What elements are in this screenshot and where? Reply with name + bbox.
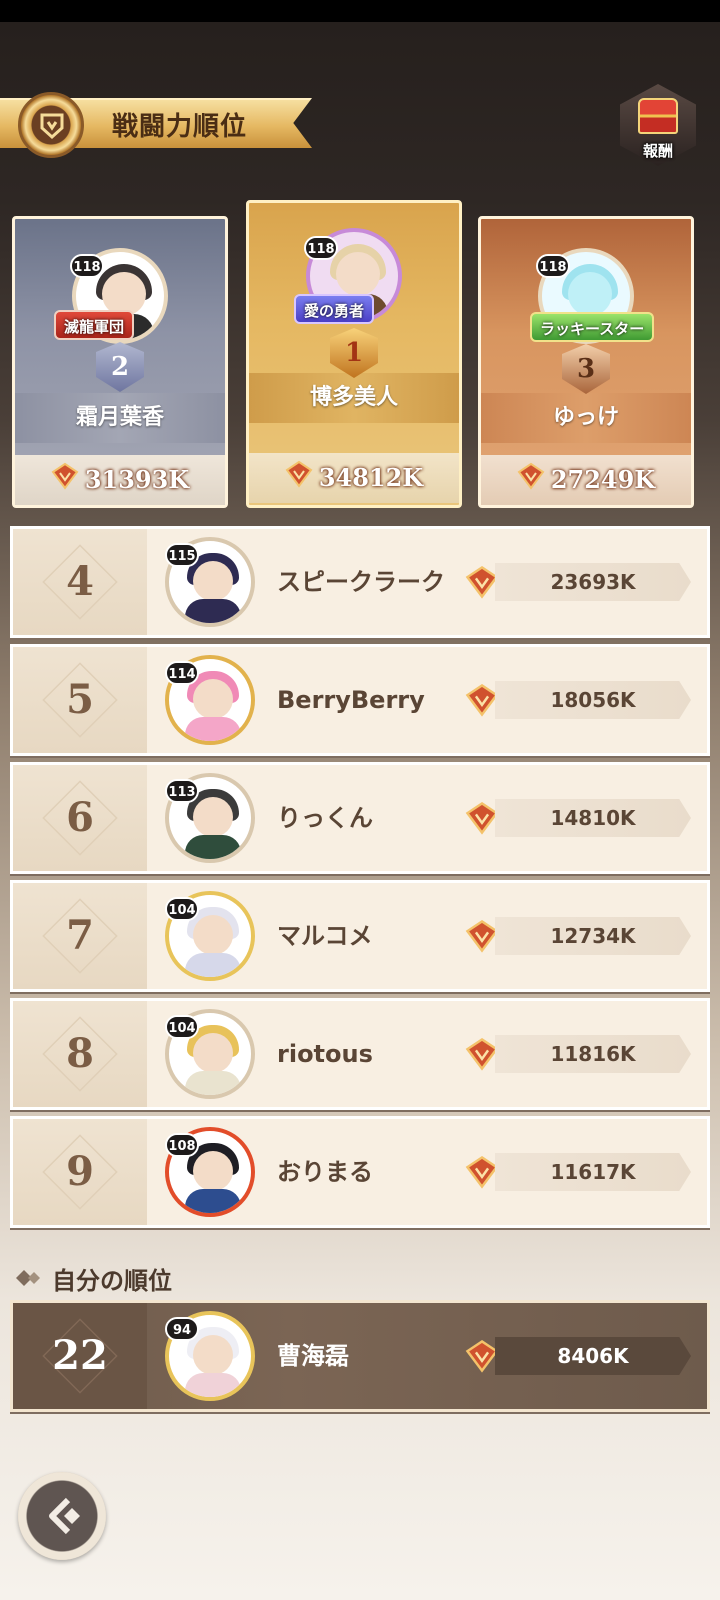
player-name: おりまる	[277, 1158, 373, 1186]
power-value: 34812K	[318, 463, 424, 492]
page-title: 戦闘力順位	[112, 112, 248, 142]
power-crest-icon	[465, 1337, 499, 1379]
player-power: 27249K	[481, 455, 691, 505]
level-badge: 118	[304, 236, 338, 260]
reward-button[interactable]: 報酬	[620, 84, 696, 166]
rank-number: 6	[66, 794, 94, 841]
power-crest-icon	[51, 457, 79, 506]
level-badge: 108	[165, 1133, 199, 1157]
player-name: riotous	[277, 1040, 373, 1068]
power-crest-icon	[517, 457, 545, 506]
player-power: 18056K	[495, 681, 691, 719]
level-badge: 118	[536, 254, 570, 278]
rank-number: 3	[576, 354, 596, 384]
player-name: 曹海磊	[277, 1342, 349, 1370]
ranking-row[interactable]: 6 113 りっくん 14810K	[10, 762, 710, 874]
rank-badge-2: 2	[96, 342, 144, 392]
podium-second[interactable]: 霜月葉香 31393K 118 滅龍軍団 2	[12, 216, 228, 508]
my-rank-row[interactable]: 22 94 曹海磊 8406K	[10, 1300, 710, 1412]
player-name: 霜月葉香	[15, 393, 225, 443]
power-crest-icon	[465, 799, 499, 841]
player-power: 12734K	[495, 917, 691, 955]
rank-number: 7	[66, 912, 94, 959]
page-header: 戦闘力順位	[0, 92, 312, 158]
power-crest-icon	[465, 1153, 499, 1195]
ranking-row[interactable]: 5 114 BerryBerry 18056K	[10, 644, 710, 756]
ranking-row[interactable]: 9 108 おりまる 11617K	[10, 1116, 710, 1228]
rank-number: 22	[52, 1332, 108, 1379]
shield-icon	[18, 92, 84, 158]
power-crest-icon	[465, 681, 499, 723]
reward-label: 報酬	[642, 142, 673, 160]
power-crest-icon	[465, 1035, 499, 1077]
podium-third[interactable]: ゆっけ 27249K 118 ラッキースター 3	[478, 216, 694, 508]
my-rank-section-label: 自分の順位	[14, 1262, 172, 1295]
level-badge: 94	[165, 1317, 199, 1341]
player-name: スピークラーク	[277, 568, 445, 596]
treasure-chest-icon	[638, 98, 678, 134]
back-arrow-icon	[49, 1497, 80, 1535]
ranking-row[interactable]: 7 104 マルコメ 12734K	[10, 880, 710, 992]
rank-number: 5	[66, 676, 94, 723]
power-crest-icon	[285, 455, 313, 505]
level-badge: 114	[165, 661, 199, 685]
diamond-marker-icon	[16, 1270, 40, 1286]
power-crest-icon	[465, 563, 499, 605]
player-power: 31393K	[15, 455, 225, 505]
power-crest-icon	[465, 917, 499, 959]
status-bar	[0, 0, 720, 22]
power-value: 31393K	[84, 465, 190, 494]
my-rank-label: 自分の順位	[52, 1266, 172, 1295]
rank-number: 9	[66, 1148, 94, 1195]
podium-first[interactable]: 博多美人 34812K 118 愛の勇者 1	[246, 200, 462, 508]
title-badge: ラッキースター	[530, 312, 655, 342]
rank-badge-1: 1	[330, 328, 378, 378]
level-badge: 115	[165, 543, 199, 567]
player-power: 14810K	[495, 799, 691, 837]
rank-number: 4	[66, 558, 94, 605]
level-badge: 104	[165, 1015, 199, 1039]
player-power: 11617K	[495, 1153, 691, 1191]
player-power: 11816K	[495, 1035, 691, 1073]
title-badge: 愛の勇者	[294, 294, 375, 324]
level-badge: 118	[70, 254, 104, 278]
player-power: 23693K	[495, 563, 691, 601]
back-button[interactable]	[18, 1472, 106, 1560]
level-badge: 104	[165, 897, 199, 921]
ranking-row[interactable]: 4 115 スピークラーク 23693K	[10, 526, 710, 638]
player-power: 8406K	[495, 1337, 691, 1375]
player-name: ゆっけ	[481, 393, 691, 443]
power-value: 27249K	[550, 465, 656, 494]
rank-number: 1	[344, 338, 364, 368]
rank-number: 2	[110, 352, 130, 382]
rank-badge-3: 3	[562, 344, 610, 394]
player-name: BerryBerry	[277, 686, 425, 714]
ranking-row[interactable]: 8 104 riotous 11816K	[10, 998, 710, 1110]
player-name: マルコメ	[277, 922, 373, 950]
player-power: 34812K	[249, 453, 459, 503]
level-badge: 113	[165, 779, 199, 803]
player-name: りっくん	[277, 804, 373, 832]
title-badge: 滅龍軍団	[54, 310, 135, 340]
rank-number: 8	[66, 1030, 94, 1077]
player-name: 博多美人	[249, 373, 459, 423]
